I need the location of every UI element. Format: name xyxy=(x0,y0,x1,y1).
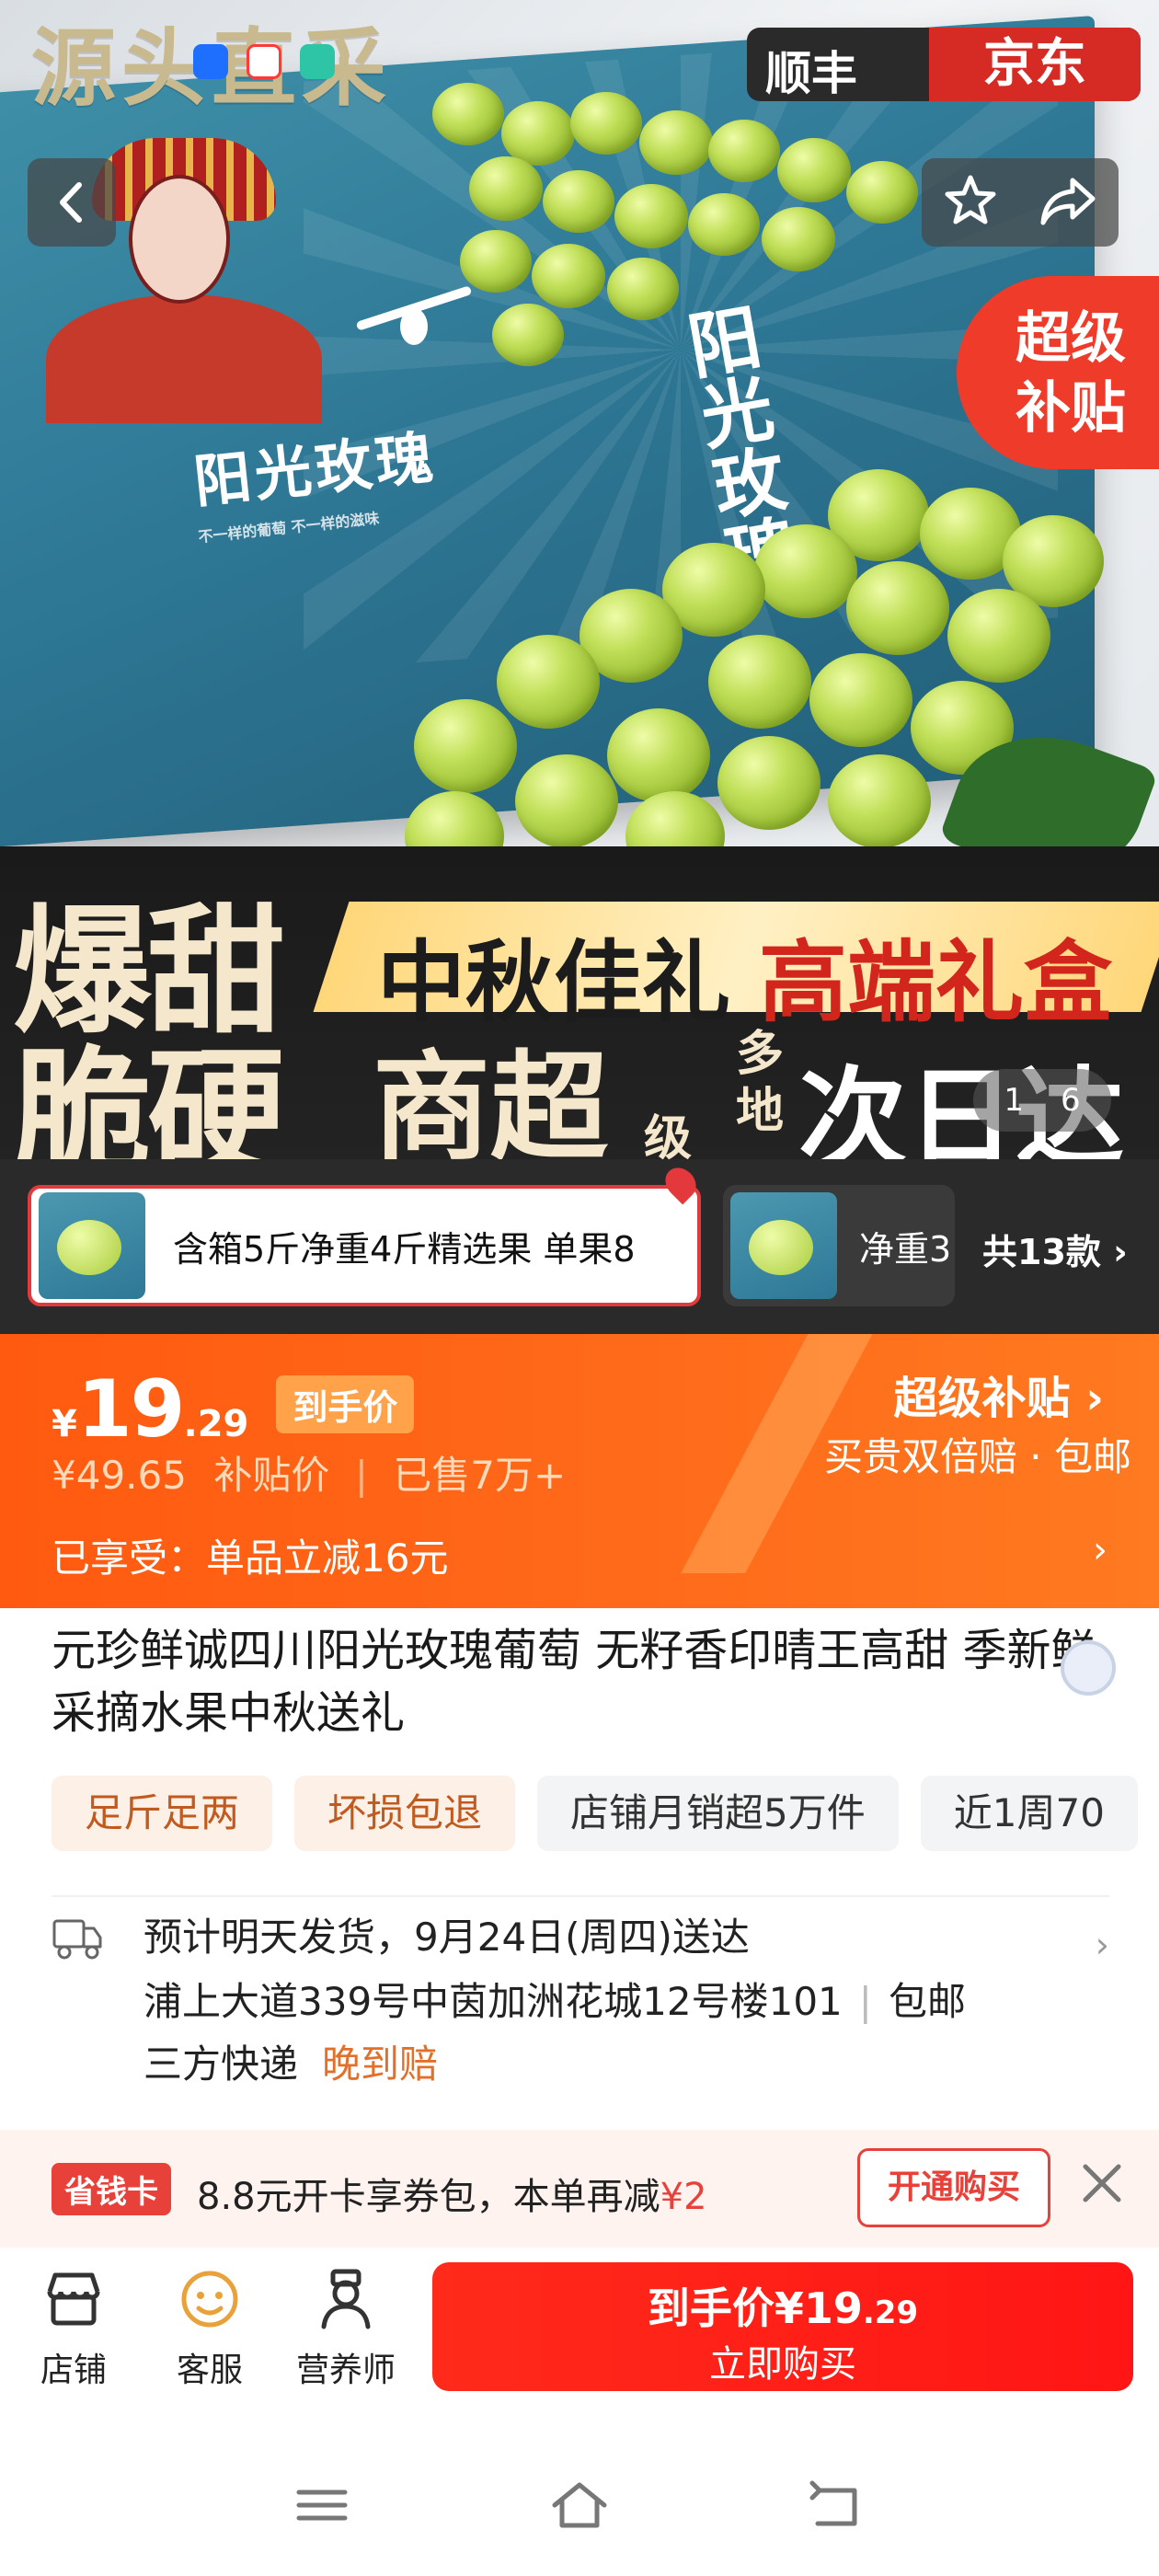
banner-highend-text: 高端礼盒 xyxy=(759,931,1112,1034)
savings-card-bar: 省钱卡 8.8元开卡享券包，本单再减¥2 开通购买 xyxy=(0,2130,1159,2248)
store-icon xyxy=(47,2272,100,2326)
buy-price-line: 到手价¥19.29 xyxy=(647,2283,919,2333)
product-title: 元珍鲜诚四川阳光玫瑰葡萄 无籽香印晴王高甜 季新鲜采摘水果中秋送礼 xyxy=(52,1625,1096,1739)
tag-weekly[interactable]: 近1周70 xyxy=(920,1776,1138,1851)
savings-text: 8.8元开卡享券包，本单再减¥2 xyxy=(197,2176,707,2218)
courier-name: 三方快递 xyxy=(143,2041,299,2087)
buy-now-button[interactable]: 到手价¥19.29 立即购买 xyxy=(432,2262,1133,2391)
variant-selector: 含箱5斤净重4斤精选果 单果8 净重3 共13款 › xyxy=(0,1159,1159,1334)
truck-icon xyxy=(52,1919,102,1960)
guarantee-text: 买贵双倍赔 · 包邮 xyxy=(823,1434,1131,1479)
store-button[interactable]: 店铺 xyxy=(18,2266,129,2391)
share-button[interactable] xyxy=(1039,173,1098,232)
variant-total-link[interactable]: 共13款 › xyxy=(982,1224,1128,1274)
original-price: ¥49.65 xyxy=(52,1453,187,1498)
store-label: 店铺 xyxy=(40,2352,107,2389)
favorite-button[interactable] xyxy=(943,173,998,232)
sold-count: 已售7万+ xyxy=(393,1453,567,1498)
bottom-action-bar: 店铺 客服 营养师 到手价¥19.29 立即购买 xyxy=(0,2248,1159,2395)
banner-grade-text: 级 xyxy=(644,1111,693,1167)
banner-market-text: 商超 xyxy=(373,1040,609,1177)
sf-express-logo: 顺丰 xyxy=(765,47,857,100)
video-app-icon xyxy=(193,44,228,79)
menu-icon[interactable] xyxy=(290,2478,354,2533)
banner-places-text: 多地 xyxy=(736,1027,785,1139)
service-tags: 足斤足两 坏损包退 店铺月销超5万件 近1周70 xyxy=(52,1776,1138,1851)
free-shipping: 包邮 xyxy=(888,1979,966,2024)
jd-logo: 京东 xyxy=(929,28,1141,101)
nutritionist-icon xyxy=(321,2269,371,2329)
top-actions xyxy=(922,158,1119,247)
delivery-address-row: 浦上大道339号中茵加洲花城12号楼101 | 包邮 xyxy=(143,1979,966,2024)
chevron-left-icon xyxy=(60,182,82,223)
brand-logos: 顺丰 京东 xyxy=(747,28,1141,101)
open-card-button[interactable]: 开通购买 xyxy=(857,2148,1050,2227)
back-nav-icon[interactable] xyxy=(805,2478,869,2533)
customer-service-label: 客服 xyxy=(176,2352,243,2389)
chevron-right-icon: › xyxy=(1093,1529,1107,1571)
crane-illustration xyxy=(354,285,474,350)
late-compensation: 晚到赔 xyxy=(322,2041,439,2087)
price-bar: ¥ 19 .29 到手价 ¥49.65 补贴价 | 已售7万+ 超级补贴 › 买… xyxy=(0,1334,1159,1608)
nutritionist-label: 营养师 xyxy=(295,2352,396,2389)
robot-app-icon xyxy=(247,44,281,79)
back-button[interactable] xyxy=(28,158,116,247)
variant-label: 净重3 xyxy=(859,1228,952,1270)
star-icon xyxy=(945,175,995,224)
price-decimal: .29 xyxy=(183,1403,249,1445)
delivery-info[interactable]: 预计明天发货，9月24日(周四)送达 浦上大道339号中茵加洲花城12号楼101… xyxy=(52,1895,1109,2098)
product-page: 阳光玫瑰 不一样的葡萄 不一样的滋味 阳光玫瑰 顺丰 京东 超级 补贴 爆甜 脆… xyxy=(0,0,1159,2576)
opera-figure-illustration xyxy=(28,101,359,423)
overlay-app-icons xyxy=(193,44,335,79)
super-subsidy-link[interactable]: 超级补贴 › xyxy=(894,1362,1105,1426)
floating-assist-dot[interactable] xyxy=(1061,1640,1116,1696)
variant-thumbnail xyxy=(730,1192,837,1299)
price-subinfo: ¥49.65 补贴价 | 已售7万+ xyxy=(52,1453,567,1498)
home-icon[interactable] xyxy=(547,2478,612,2533)
price-integer: 19 xyxy=(76,1363,186,1455)
courier-row: 三方快递 晚到赔 xyxy=(143,2033,438,2089)
original-price-label: 补贴价 xyxy=(213,1453,330,1498)
image-pager: 1 6 xyxy=(973,1069,1111,1132)
savings-card-tag: 省钱卡 xyxy=(52,2163,171,2215)
system-navigation-bar xyxy=(0,2395,1159,2576)
close-icon[interactable] xyxy=(1076,2157,1128,2209)
tag-damage-refund[interactable]: 坏损包退 xyxy=(294,1776,516,1851)
tag-monthly-sales[interactable]: 店铺月销超5万件 xyxy=(537,1776,899,1851)
savings-amount: ¥2 xyxy=(660,2176,707,2218)
buy-now-label: 立即购买 xyxy=(709,2343,856,2386)
share-icon xyxy=(1040,178,1095,225)
super-subsidy-badge: 超级 补贴 xyxy=(957,276,1159,469)
currency-symbol: ¥ xyxy=(52,1403,77,1445)
nutritionist-button[interactable]: 营养师 xyxy=(291,2266,401,2391)
variant-thumbnail xyxy=(39,1192,145,1299)
pager-current: 1 xyxy=(1004,1082,1024,1119)
chevron-right-icon: › xyxy=(1095,1925,1109,1965)
variant-option-selected[interactable]: 含箱5斤净重4斤精选果 单果8 xyxy=(28,1185,701,1306)
tag-full-weight[interactable]: 足斤足两 xyxy=(52,1776,273,1851)
delivery-address: 浦上大道339号中茵加洲花城12号楼101 xyxy=(143,1979,843,2024)
final-price: ¥ 19 .29 到手价 xyxy=(52,1363,415,1455)
discount-enjoyed[interactable]: 已享受：单品立减16元 xyxy=(52,1527,448,1583)
variant-label: 含箱5斤净重4斤精选果 单果8 xyxy=(173,1228,636,1270)
customer-service-icon xyxy=(181,2271,238,2328)
pager-total: 6 xyxy=(1061,1082,1081,1119)
variant-option[interactable]: 净重3 xyxy=(723,1185,955,1306)
final-price-tag: 到手价 xyxy=(276,1375,415,1433)
delivery-eta: 预计明天发货，9月24日(周四)送达 xyxy=(143,1915,750,1960)
chat-app-icon xyxy=(300,44,335,79)
customer-service-button[interactable]: 客服 xyxy=(155,2266,265,2391)
